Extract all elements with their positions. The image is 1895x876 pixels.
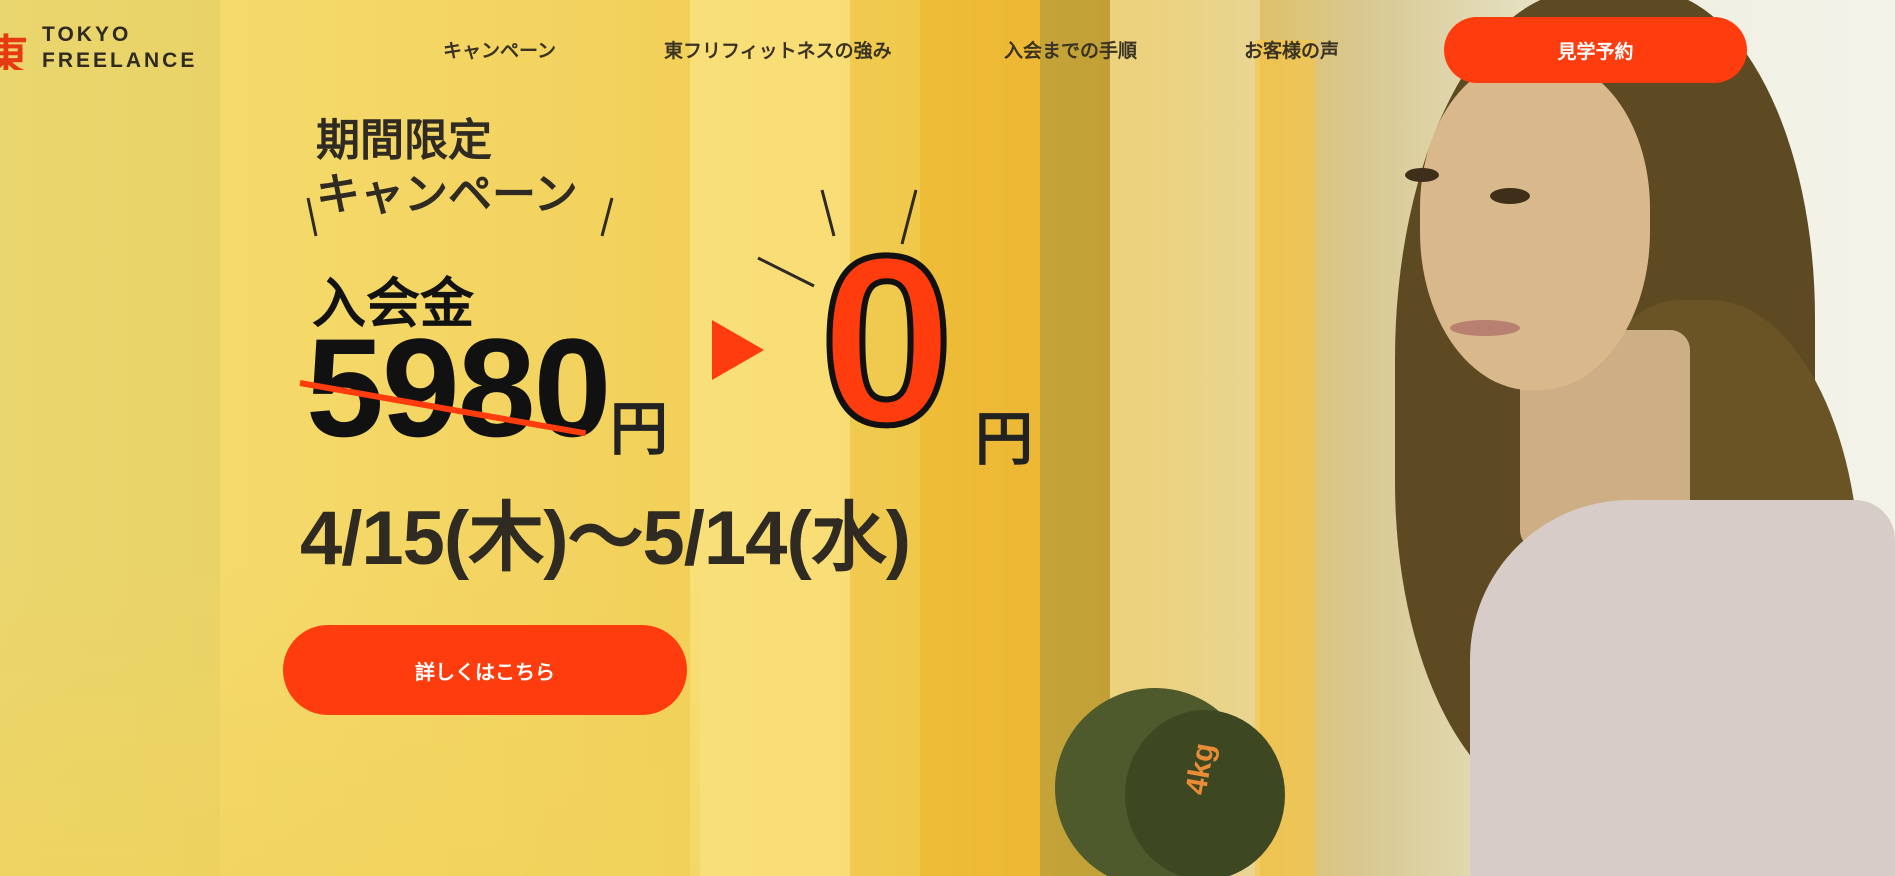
model-eye: [1490, 188, 1530, 204]
model-eye: [1405, 168, 1439, 182]
logo-line-2: FREELANCE: [42, 49, 198, 72]
nav-strengths[interactable]: 東フリフィットネスの強み: [664, 36, 892, 63]
campaign-title-line-2: キャンペーン: [316, 169, 578, 220]
tokyo-kanji-logo-icon: 東: [0, 31, 28, 70]
bg-shade: [0, 560, 700, 876]
model-shirt: [1470, 500, 1895, 876]
site-logo[interactable]: 東 TOKYO FREELANCE: [0, 22, 197, 74]
play-arrow-icon: [712, 320, 764, 380]
logo-text: TOKYO FREELANCE: [42, 22, 197, 74]
campaign-period: 4/15(木)〜5/14(水): [300, 496, 911, 581]
nav-campaign[interactable]: キャンペーン: [443, 36, 556, 63]
model-lips: [1450, 320, 1520, 336]
details-button[interactable]: 詳しくはこちら: [283, 625, 687, 715]
old-price: 5980: [306, 309, 611, 466]
nav-testimonials[interactable]: お客様の声: [1244, 36, 1339, 63]
nav-join-steps[interactable]: 入会までの手順: [1004, 36, 1137, 63]
visit-reservation-button[interactable]: 見学予約: [1444, 17, 1747, 83]
new-price-currency: 円: [975, 405, 1034, 473]
page: 4kg 東 TOKYO FREELANCE キャンペーン 東フリフィットネスの強…: [0, 0, 1895, 876]
new-price: 0: [817, 206, 957, 474]
model-face: [1420, 60, 1650, 390]
logo-line-1: TOKYO: [42, 23, 132, 46]
old-price-currency: 円: [610, 395, 669, 463]
